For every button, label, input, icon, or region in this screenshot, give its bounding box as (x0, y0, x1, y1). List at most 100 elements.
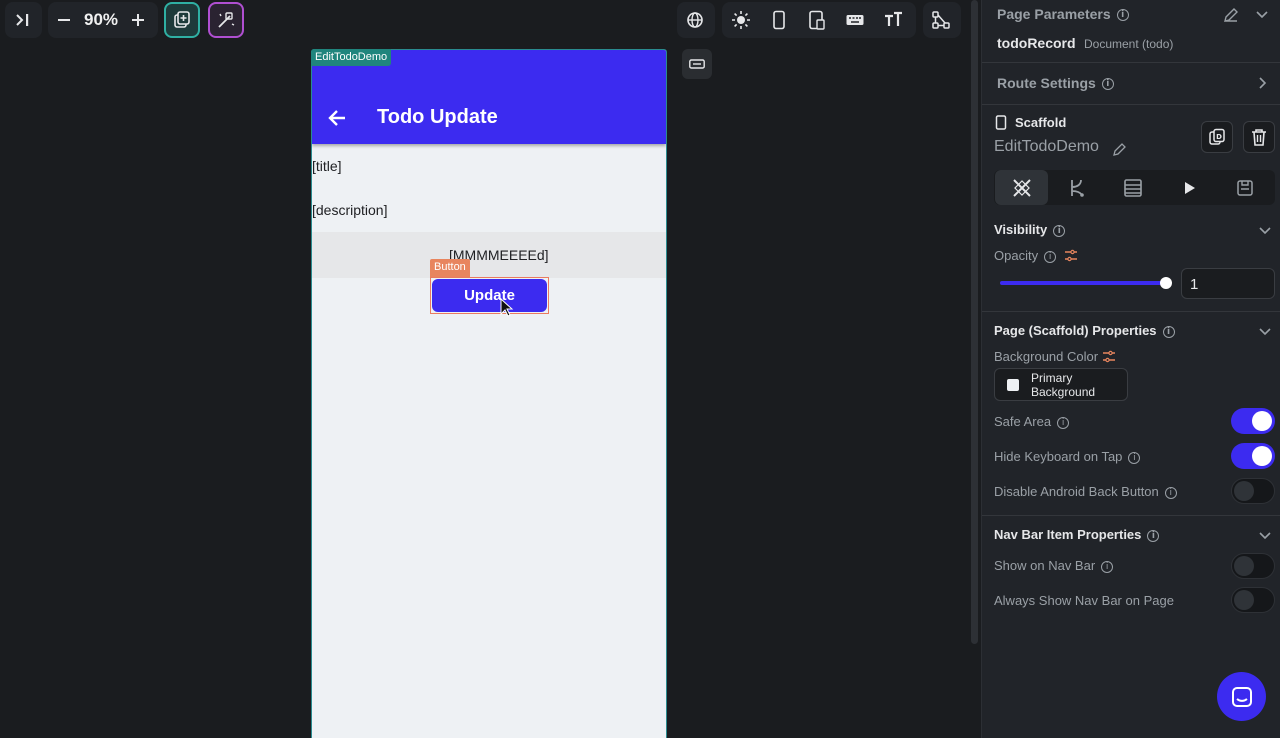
variable-icon[interactable] (1102, 350, 1116, 364)
phone-icon[interactable] (760, 2, 798, 38)
info-icon[interactable]: i (1164, 486, 1177, 499)
chevron-up-icon[interactable] (1256, 8, 1268, 20)
add-page-icon[interactable] (164, 2, 200, 38)
nav-bar-header[interactable]: Nav Bar Item Properties i (994, 527, 1160, 542)
hide-keyboard-toggle[interactable] (1231, 443, 1275, 469)
chevron-right-icon[interactable] (1256, 77, 1268, 89)
visibility-header[interactable]: Visibility i (994, 222, 1066, 237)
opacity-input[interactable]: 1 (1181, 268, 1275, 299)
hide-keyboard-row: Hide Keyboard on Tap i (994, 449, 1141, 464)
info-icon[interactable]: i (1128, 451, 1141, 464)
zoom-level: 90% (83, 10, 119, 29)
info-icon[interactable]: i (1057, 416, 1070, 429)
page-props-header[interactable]: Page (Scaffold) Properties i (994, 323, 1175, 338)
magic-edit-icon[interactable] (208, 2, 244, 38)
always-show-toggle[interactable] (1231, 587, 1275, 613)
info-icon[interactable]: i (1101, 78, 1114, 91)
opacity-label: Opacity (994, 248, 1039, 263)
device-frame: Todo Update [title] [description] [MMMME… (311, 49, 667, 738)
disable-back-label: Disable Android Back Button (994, 484, 1159, 499)
button-tag: Button (430, 259, 470, 277)
show-on-nav-toggle[interactable] (1231, 553, 1275, 579)
info-icon[interactable]: i (1044, 250, 1057, 263)
collapse-group (5, 2, 42, 38)
cursor-icon (500, 298, 514, 317)
hide-keyboard-label: Hide Keyboard on Tap (994, 449, 1123, 464)
always-show-label: Always Show Nav Bar on Page (994, 593, 1174, 608)
chat-icon (1231, 686, 1252, 707)
edit-name-icon[interactable] (1112, 141, 1128, 157)
disable-back-toggle[interactable] (1231, 478, 1275, 504)
duplicate-icon[interactable]: D (1201, 121, 1233, 153)
info-icon[interactable]: i (1116, 9, 1129, 22)
globe-icon[interactable] (677, 2, 713, 38)
svg-text:D: D (1216, 133, 1222, 141)
route-settings-header[interactable]: Route Settings i (997, 75, 1114, 91)
chat-support-button[interactable] (1217, 672, 1266, 721)
info-icon[interactable]: i (1053, 224, 1066, 237)
widget-type: Scaffold (1015, 115, 1067, 130)
app-bar-title: Todo Update (377, 106, 498, 128)
info-icon[interactable]: i (1101, 560, 1114, 573)
show-on-nav-row: Show on Nav Bar i (994, 558, 1114, 573)
opacity-label-row: Opacity i (994, 248, 1057, 263)
tab-actions[interactable] (1162, 170, 1215, 205)
param-type: Document (todo) (1084, 37, 1174, 51)
disable-back-row: Disable Android Back Button i (994, 484, 1177, 499)
device-group (722, 2, 916, 38)
tab-state[interactable] (1218, 170, 1271, 205)
tab-properties[interactable] (995, 170, 1048, 205)
update-button[interactable]: Update (430, 277, 549, 314)
variable-icon[interactable] (1064, 249, 1078, 263)
delete-icon[interactable] (1243, 121, 1275, 153)
page-tag: EditTodoDemo (311, 49, 392, 66)
properties-panel: Page Parameters i todoRecord Document (to… (981, 0, 1280, 738)
zoom-group: 90% (48, 2, 158, 38)
edit-icon[interactable] (1222, 6, 1240, 24)
branch-icon (1070, 179, 1084, 197)
text-size-icon[interactable] (874, 2, 912, 38)
collapse-panel-icon[interactable] (5, 2, 41, 38)
tab-backend-query[interactable] (1050, 170, 1103, 205)
list-icon (1123, 178, 1142, 197)
phone-icon (995, 115, 1007, 130)
sun-icon[interactable] (722, 2, 760, 38)
chevron-down-icon[interactable] (1259, 224, 1271, 236)
tab-layout[interactable] (1106, 170, 1159, 205)
page-parameters-header: Page Parameters i (997, 6, 1129, 22)
color-swatch (1007, 379, 1019, 391)
bg-color-label: Background Color (994, 349, 1099, 364)
param-name: todoRecord (997, 35, 1076, 51)
opacity-slider-thumb[interactable] (1160, 277, 1172, 289)
info-icon[interactable]: i (1147, 529, 1160, 542)
safe-area-label: Safe Area (994, 414, 1052, 429)
safe-area-toggle[interactable] (1231, 408, 1275, 434)
back-arrow-icon[interactable] (326, 107, 348, 129)
opacity-slider-track[interactable] (1000, 281, 1167, 285)
bg-color-value: Primary Background (1031, 371, 1096, 399)
document-icon (1236, 179, 1253, 196)
chevron-down-icon[interactable] (1259, 529, 1271, 541)
widget-name[interactable]: EditTodoDemo (994, 138, 1099, 156)
show-on-nav-label: Show on Nav Bar (994, 558, 1096, 573)
canvas-scroll-thumb[interactable] (971, 0, 978, 644)
tablet-icon[interactable] (798, 2, 836, 38)
keyboard-toggle-icon[interactable] (682, 49, 712, 79)
divider (982, 104, 1280, 105)
zoom-in-icon[interactable] (122, 2, 154, 38)
title-text[interactable]: [title] (312, 158, 342, 174)
chevron-down-icon[interactable] (1259, 325, 1271, 337)
divider (982, 515, 1280, 516)
zoom-out-icon[interactable] (48, 2, 80, 38)
divider (982, 62, 1280, 63)
tree-group (923, 2, 961, 38)
nav-bar-title: Nav Bar Item Properties (994, 527, 1142, 542)
route-settings-title: Route Settings (997, 75, 1096, 91)
tree-icon[interactable] (923, 2, 959, 38)
page-parameters-title: Page Parameters (997, 6, 1111, 22)
page-props-title: Page (Scaffold) Properties (994, 323, 1157, 338)
info-icon[interactable]: i (1162, 325, 1175, 338)
bg-color-picker[interactable]: Primary Background (994, 368, 1128, 401)
description-text[interactable]: [description] (312, 202, 387, 218)
keyboard-icon[interactable] (836, 2, 874, 38)
